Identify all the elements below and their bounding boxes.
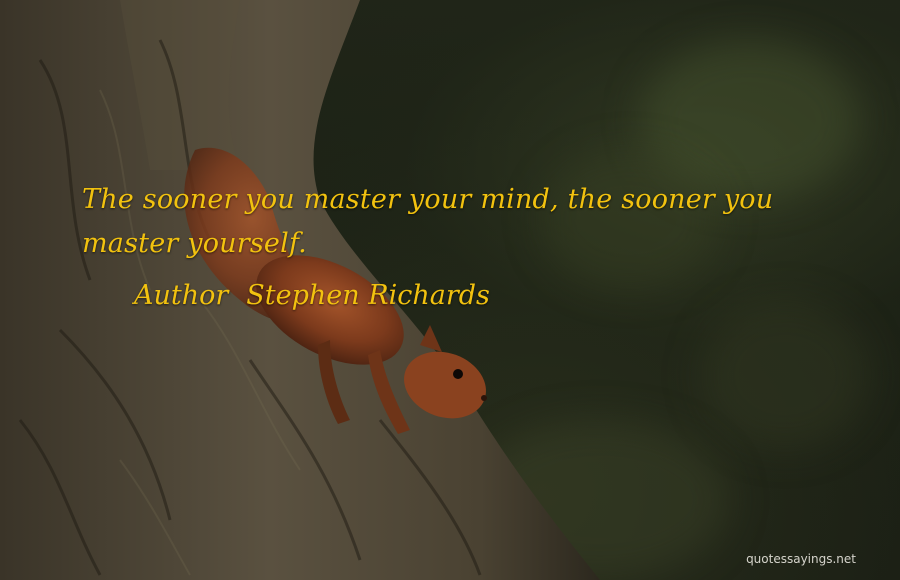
quote-text: The sooner you master your mind, the soo…	[82, 184, 774, 259]
author-name[interactable]: Stephen Richards	[246, 280, 490, 311]
author-label: Author	[134, 280, 229, 311]
author-line: Author Stephen Richards	[134, 280, 490, 311]
squirrel-eye	[453, 369, 463, 379]
site-watermark: quotessayings.net	[746, 552, 856, 566]
squirrel-nose	[481, 395, 487, 401]
quote-image: The sooner you master your mind, the soo…	[0, 0, 900, 580]
